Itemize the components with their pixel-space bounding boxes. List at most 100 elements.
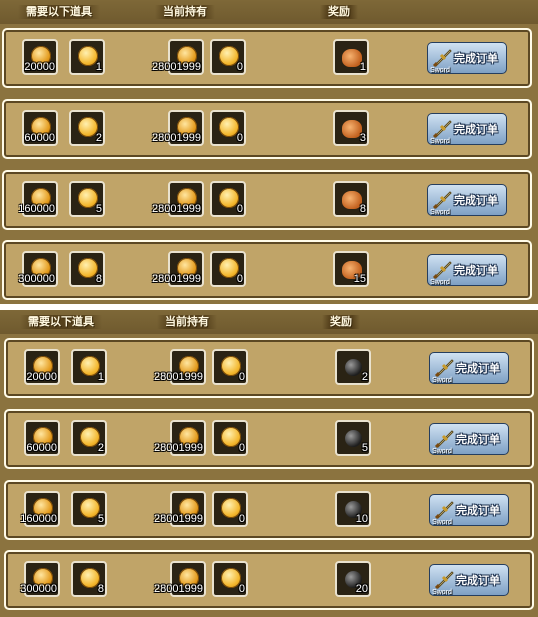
header-reward: 奖励 [320,5,358,19]
owned-token-slot: 0 [210,110,246,146]
bomb-icon [345,359,362,376]
sword-icon [434,568,456,590]
reward-slot: 15 [333,251,369,287]
order-row: 300000 8 28001999 0 15 完成订单 Sword [2,240,532,300]
owned-token-slot: 0 [212,349,248,385]
complete-order-label: 完成订单 [454,195,498,207]
required-coin-slot-quantity: 300000 [18,273,55,285]
owned-coin-slot-quantity: 28001999 [152,273,201,285]
required-coin-slot-quantity: 300000 [20,583,57,595]
complete-order-button[interactable]: 完成订单 Sword [427,254,507,286]
owned-token-slot-quantity: 0 [236,203,243,215]
required-coin-slot: 300000 [20,561,60,597]
required-token-slot: 1 [69,39,105,75]
order-row: 160000 5 28001999 0 10 完成订单 Sword [4,480,534,540]
reward-slot: 2 [335,349,371,385]
owned-coin-slot: 28001999 [154,349,206,385]
complete-order-button[interactable]: 完成订单 Sword [429,494,509,526]
sword-caption: Sword [432,377,452,384]
sword-caption: Sword [430,209,450,216]
required-token-slot-quantity: 1 [95,61,102,73]
reward-slot: 20 [335,561,371,597]
order-row: 20000 1 28001999 0 2 完成订单 Sword [4,338,534,398]
reward-quantity: 1 [359,61,366,73]
sword-icon [432,117,454,139]
complete-order-label: 完成订单 [454,53,498,65]
order-panel: 需要以下道具 当前持有 奖励 20000 1 28001999 0 2 完成订单 Sword 600… [0,310,538,617]
complete-order-button[interactable]: 完成订单 Sword [429,423,509,455]
owned-coin-slot: 28001999 [152,251,204,287]
reward-quantity: 8 [359,203,366,215]
required-coin-slot: 20000 [24,349,60,385]
complete-order-label: 完成订单 [454,124,498,136]
required-coin-slot-quantity: 60000 [26,442,57,454]
complete-order-label: 完成订单 [456,575,500,587]
owned-token-slot-quantity: 0 [238,442,245,454]
owned-coin-slot-quantity: 28001999 [154,442,203,454]
owned-coin-slot-quantity: 28001999 [152,61,201,73]
order-row: 60000 2 28001999 0 3 完成订单 Sword [2,99,532,159]
owned-token-slot: 0 [210,251,246,287]
required-token-slot: 8 [71,561,107,597]
required-token-slot-quantity: 2 [97,442,104,454]
sword-caption: Sword [432,448,452,455]
reward-slot: 5 [335,420,371,456]
owned-token-slot-quantity: 0 [236,132,243,144]
sword-icon [434,356,456,378]
sword-caption: Sword [430,67,450,74]
required-coin-slot-quantity: 160000 [18,203,55,215]
sword-caption: Sword [432,589,452,596]
required-token-slot: 8 [69,251,105,287]
reward-slot: 8 [333,181,369,217]
owned-token-slot-quantity: 0 [236,61,243,73]
required-token-slot-quantity: 5 [97,513,104,525]
owned-token-slot-quantity: 0 [238,513,245,525]
owned-coin-slot-quantity: 28001999 [152,132,201,144]
bomb-icon [345,430,362,447]
required-token-slot: 2 [71,420,107,456]
owned-token-slot-quantity: 0 [238,371,245,383]
owned-coin-slot: 28001999 [152,39,204,75]
required-coin-slot: 60000 [24,420,60,456]
owned-coin-slot: 28001999 [154,491,206,527]
reward-slot: 1 [333,39,369,75]
required-token-slot-quantity: 5 [95,203,102,215]
sword-icon [432,258,454,280]
owned-coin-slot-quantity: 28001999 [154,583,203,595]
owned-token-slot: 0 [212,420,248,456]
order-panel: 需要以下道具 当前持有 奖励 20000 1 28001999 0 1 完成订单 Sword 600… [0,0,538,304]
owned-token-slot: 0 [212,561,248,597]
owned-coin-slot: 28001999 [152,181,204,217]
complete-order-button[interactable]: 完成订单 Sword [427,42,507,74]
required-coin-slot-quantity: 60000 [24,132,55,144]
required-token-slot: 2 [69,110,105,146]
column-header-bar: 需要以下道具 当前持有 奖励 [0,310,538,334]
header-required-items: 需要以下道具 [18,5,100,19]
complete-order-button[interactable]: 完成订单 Sword [427,113,507,145]
complete-order-button[interactable]: 完成订单 Sword [427,184,507,216]
complete-order-label: 完成订单 [456,434,500,446]
required-token-slot-quantity: 8 [97,583,104,595]
required-token-slot: 1 [71,349,107,385]
sword-icon [434,427,456,449]
required-coin-slot: 300000 [18,251,58,287]
owned-coin-slot: 28001999 [154,420,206,456]
required-coin-slot: 160000 [20,491,60,527]
complete-order-button[interactable]: 完成订单 Sword [429,352,509,384]
sword-icon [434,498,456,520]
complete-order-button[interactable]: 完成订单 Sword [429,564,509,596]
header-currently-owned: 当前持有 [155,5,215,19]
owned-coin-slot: 28001999 [152,110,204,146]
order-row: 160000 5 28001999 0 8 完成订单 Sword [2,170,532,230]
order-row: 20000 1 28001999 0 1 完成订单 Sword [2,28,532,88]
required-token-slot-quantity: 1 [97,371,104,383]
owned-coin-slot: 28001999 [154,561,206,597]
header-reward: 奖励 [322,315,360,329]
column-header-bar: 需要以下道具 当前持有 奖励 [0,0,538,24]
sword-caption: Sword [430,279,450,286]
reward-quantity: 10 [355,513,368,525]
owned-coin-slot-quantity: 28001999 [152,203,201,215]
reward-slot: 10 [335,491,371,527]
owned-coin-slot-quantity: 28001999 [154,371,203,383]
order-row: 300000 8 28001999 0 20 完成订单 Sword [4,550,534,610]
